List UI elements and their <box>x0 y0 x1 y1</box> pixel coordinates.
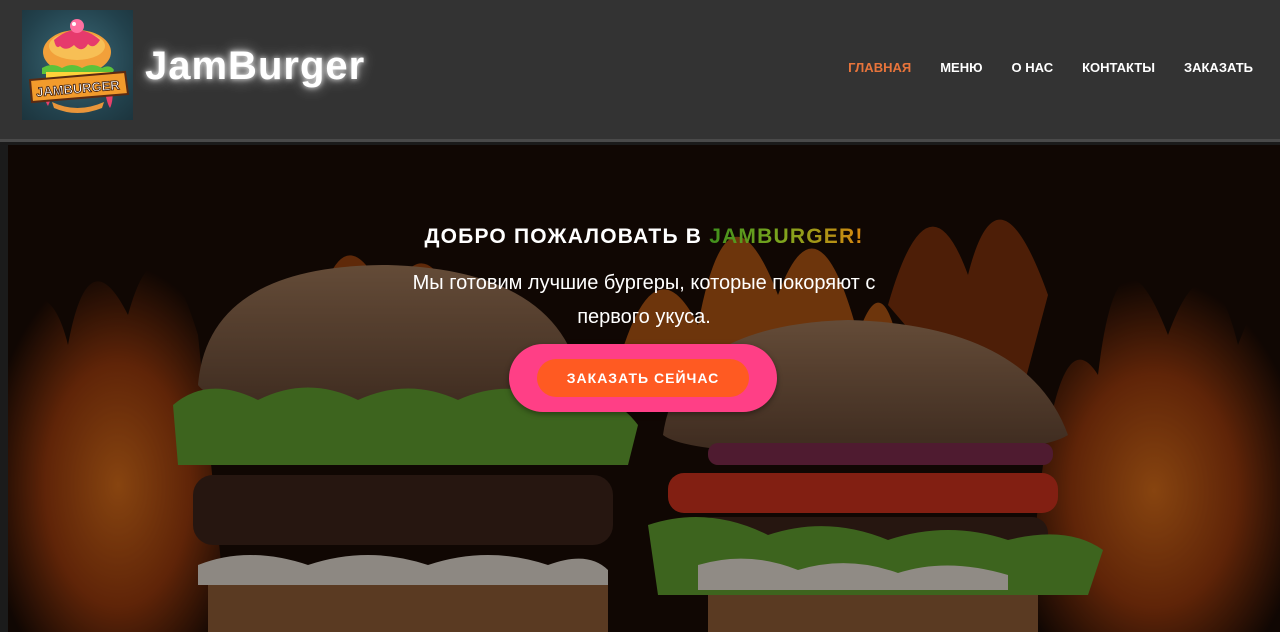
main-nav: ГЛАВНАЯ МЕНЮ О НАС КОНТАКТЫ ЗАКАЗАТЬ <box>848 60 1253 75</box>
nav-item-menu[interactable]: МЕНЮ <box>940 60 982 75</box>
nav-item-home[interactable]: ГЛАВНАЯ <box>848 60 911 75</box>
hero-subtitle: Мы готовим лучшие бургеры, которые покор… <box>412 272 876 328</box>
hero-title-prefix: ДОБРО ПОЖАЛОВАТЬ В <box>424 225 710 248</box>
hero-title-accent: JAMBURGER! <box>709 225 864 248</box>
nav-item-contacts[interactable]: КОНТАКТЫ <box>1082 60 1155 75</box>
jamburger-logo[interactable]: JAMBURGER <box>22 10 133 120</box>
order-now-button[interactable]: ЗАКАЗАТЬ СЕЙЧАС <box>509 344 777 412</box>
hero-section: ДОБРО ПОЖАЛОВАТЬ В JAMBURGER! Мы готовим… <box>8 145 1280 632</box>
hero-title: ДОБРО ПОЖАЛОВАТЬ В JAMBURGER! <box>8 225 1280 249</box>
order-now-button-label[interactable]: ЗАКАЗАТЬ СЕЙЧАС <box>537 359 749 397</box>
brand-name[interactable]: JamBurger <box>145 44 365 89</box>
nav-item-about[interactable]: О НАС <box>1012 60 1054 75</box>
site-header: JAMBURGER JamBurger ГЛАВНАЯ МЕНЮ О НАС К… <box>0 0 1280 142</box>
nav-item-order[interactable]: ЗАКАЗАТЬ <box>1184 60 1253 75</box>
burger-logo-icon: JAMBURGER <box>28 19 130 113</box>
